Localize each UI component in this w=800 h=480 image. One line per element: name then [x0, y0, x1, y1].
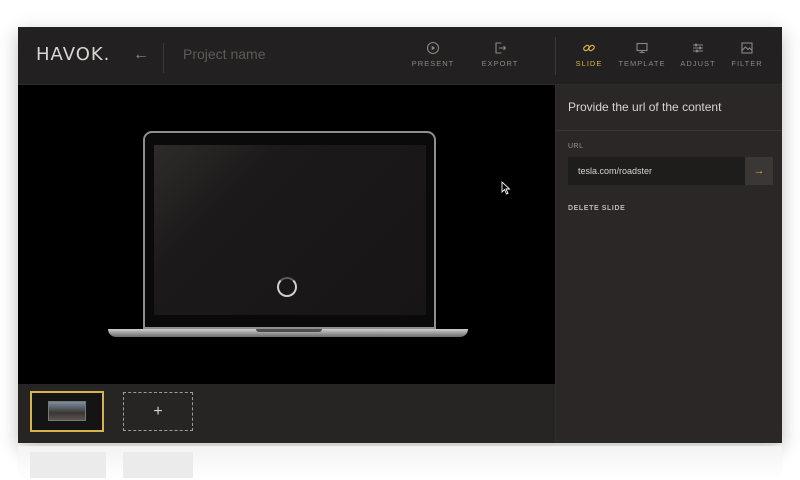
mouse-cursor-icon: [501, 181, 511, 195]
loading-spinner-icon: [277, 277, 297, 297]
sliders-icon: [693, 43, 703, 53]
reflection-thumb: [30, 452, 106, 478]
divider: [556, 130, 782, 131]
arrow-left-icon: ←: [133, 46, 149, 63]
tab-slide[interactable]: SLIDE: [559, 41, 619, 68]
export-label: EXPORT: [481, 59, 519, 68]
reflection-add: [123, 452, 193, 478]
panel-title: Provide the url of the content: [568, 100, 722, 114]
slide-canvas[interactable]: [18, 85, 555, 384]
back-button[interactable]: ←: [130, 44, 152, 66]
arrow-right-icon: →: [753, 165, 765, 177]
tab-filter[interactable]: FILTER: [717, 41, 777, 68]
laptop-notch: [256, 329, 322, 332]
toolbar: HAVOK. ← Project name PRESENT EXPORT SLI…: [18, 27, 782, 85]
tab-template[interactable]: TEMPLATE: [612, 41, 672, 68]
delete-slide-button[interactable]: DELETE SLIDE: [568, 205, 625, 212]
play-circle-icon: [426, 41, 440, 55]
app-logo: HAVOK.: [36, 44, 111, 65]
window-reflection: [18, 446, 782, 480]
slide-settings-panel: Provide the url of the content URL → DEL…: [555, 85, 782, 443]
export-button[interactable]: EXPORT: [470, 41, 530, 68]
slide-thumbnail[interactable]: [30, 391, 104, 432]
present-label: PRESENT: [411, 59, 455, 68]
slide-filmstrip: +: [18, 384, 555, 443]
url-input[interactable]: [568, 157, 745, 185]
laptop-mockup: [143, 131, 436, 329]
submit-url-button[interactable]: →: [745, 157, 773, 185]
tab-adjust-label: ADJUST: [680, 59, 716, 68]
present-button[interactable]: PRESENT: [403, 41, 463, 68]
divider: [163, 43, 164, 73]
add-slide-button[interactable]: +: [123, 392, 193, 431]
thumbnail-image: [48, 401, 86, 421]
url-label: URL: [568, 143, 584, 150]
tab-filter-label: FILTER: [731, 59, 763, 68]
app-window: HAVOK. ← Project name PRESENT EXPORT SLI…: [18, 27, 782, 443]
project-name-field[interactable]: Project name: [183, 46, 265, 62]
export-icon: [495, 42, 507, 54]
image-filter-icon: [741, 42, 753, 54]
monitor-icon: [636, 42, 648, 54]
link-icon: [583, 44, 595, 52]
divider: [555, 37, 556, 75]
tab-template-label: TEMPLATE: [618, 59, 666, 68]
tab-slide-label: SLIDE: [575, 59, 603, 68]
